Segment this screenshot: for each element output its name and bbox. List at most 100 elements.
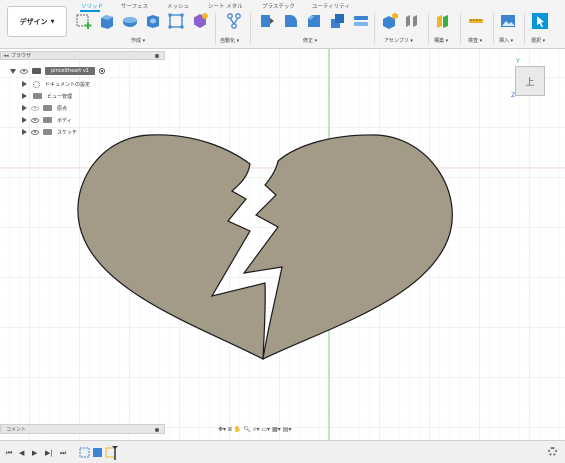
look-at-icon[interactable]: ⧈ <box>228 425 232 434</box>
select-icon[interactable] <box>531 12 549 30</box>
folder-icon <box>43 105 52 111</box>
toolbar-divider <box>374 13 375 44</box>
timeline-play-icon[interactable]: ▶ <box>32 449 37 457</box>
tree-item-label: ボディ <box>57 117 72 124</box>
viewport-canvas[interactable] <box>0 49 565 440</box>
browser-title: ブラウザ <box>11 53 32 59</box>
document-icon <box>32 68 41 74</box>
combine-icon[interactable] <box>352 12 370 30</box>
inspect-group-label[interactable]: 検査 ▾ <box>468 37 482 44</box>
document-name[interactable]: pinceltheart v1 <box>45 67 95 75</box>
tree-item-label: ドキュメントの設定 <box>45 81 91 88</box>
extrude-icon[interactable] <box>98 12 116 30</box>
chamfer-icon[interactable] <box>305 12 323 30</box>
zoom-icon[interactable]: 🔍︎ <box>243 425 251 434</box>
timeline-features[interactable] <box>79 446 121 460</box>
collapse-icon[interactable]: ◂◂ <box>1 53 11 59</box>
create-form-icon[interactable] <box>191 12 209 30</box>
joint-icon[interactable] <box>403 12 421 30</box>
select-group-label[interactable]: 選択 ▾ <box>531 37 545 44</box>
new-component-icon[interactable] <box>381 12 399 30</box>
press-pull-icon[interactable] <box>258 12 276 30</box>
construct-group-label[interactable]: 構築 ▾ <box>434 37 448 44</box>
toolbar-divider <box>524 13 525 44</box>
grid-canvas <box>0 49 565 440</box>
display-icon[interactable]: ▭▾ <box>261 425 270 434</box>
tree-item-view-manager[interactable]: ビュー管理 <box>22 90 72 102</box>
revolve-icon[interactable] <box>121 12 139 30</box>
viewcube-face-label: 上 <box>525 77 535 88</box>
pin-icon[interactable] <box>155 427 159 432</box>
sketch-feature-icon <box>79 447 90 458</box>
fusion-app: デザイン ▼ ソリッド サーフェス メッシュ シート メタル プラスチック ユー… <box>0 0 565 463</box>
timeline-first-icon[interactable]: ⏮ <box>6 449 12 458</box>
comments-panel[interactable]: コメント <box>0 424 165 434</box>
viewport-icon[interactable]: ▤▾ <box>283 425 292 434</box>
expand-icon[interactable] <box>10 68 16 74</box>
tree-item-label: ビュー管理 <box>47 93 73 100</box>
measure-icon[interactable] <box>467 12 485 30</box>
expand-icon[interactable] <box>22 117 27 123</box>
workspace-switcher[interactable]: デザイン ▼ <box>7 6 67 37</box>
create-group-label[interactable]: 作成 ▾ <box>131 37 145 44</box>
grid-icon[interactable]: ▦▾ <box>272 425 281 434</box>
modify-group-label[interactable]: 修正 ▾ <box>303 37 317 44</box>
eye-icon[interactable] <box>31 129 39 135</box>
extrude-feature-icon <box>93 448 102 457</box>
feature-icon <box>105 447 116 458</box>
timeline-last-icon[interactable]: ⏭ <box>60 449 66 458</box>
tab-mesh[interactable]: メッシュ <box>167 2 189 10</box>
tab-sheet-metal[interactable]: シート メタル <box>208 2 243 10</box>
pin-icon[interactable] <box>155 54 159 58</box>
shell-icon[interactable] <box>328 12 346 30</box>
tab-utilities[interactable]: ユーティリティ <box>312 2 350 10</box>
tree-item-label: 原点 <box>57 105 68 112</box>
eye-icon[interactable] <box>31 117 39 123</box>
fillet-icon[interactable] <box>282 12 300 30</box>
expand-icon[interactable] <box>22 93 27 99</box>
hole-icon[interactable] <box>144 12 162 30</box>
folder-icon <box>43 117 52 123</box>
expand-icon[interactable] <box>22 105 27 111</box>
eye-hidden-icon[interactable] <box>31 105 39 111</box>
tree-item-bodies[interactable]: ボディ <box>22 114 72 126</box>
orbit-icon[interactable]: ✥▾ <box>218 425 226 434</box>
settings-icon[interactable] <box>548 447 557 456</box>
tree-root[interactable]: pinceltheart v1 <box>10 65 105 77</box>
toolbar-divider <box>215 13 216 44</box>
folder-icon <box>33 93 42 99</box>
toolbar-divider <box>250 13 251 44</box>
insert-group-label[interactable]: 挿入 ▾ <box>499 37 513 44</box>
pan-icon[interactable]: ✋ <box>234 425 241 434</box>
create-sketch-icon[interactable] <box>75 12 93 30</box>
chevron-down-icon: ▼ <box>50 18 55 25</box>
automate-group-label[interactable]: 自動化 ▾ <box>220 37 239 44</box>
tab-surface[interactable]: サーフェス <box>121 2 148 10</box>
assemble-group-label[interactable]: アセンブリ ▾ <box>384 37 413 44</box>
workspace-label: デザイン <box>19 17 48 26</box>
expand-icon[interactable] <box>22 129 27 135</box>
toolbar-divider <box>493 13 494 44</box>
viewcube[interactable]: 上 <box>515 66 545 96</box>
navigation-bar: ✥▾ ⧈ ✋ 🔍︎ ⌕▾ ▭▾ ▦▾ ▤▾ <box>218 424 346 435</box>
automate-icon[interactable] <box>225 12 243 30</box>
tree-item-origin[interactable]: 原点 <box>22 102 67 114</box>
tab-solid[interactable]: ソリッド <box>81 2 103 10</box>
pattern-icon[interactable] <box>167 12 185 30</box>
tree-item-label: スケッチ <box>57 129 78 136</box>
offset-plane-icon[interactable] <box>434 12 452 30</box>
radio-icon[interactable] <box>98 68 105 74</box>
main-toolbar: デザイン ▼ ソリッド サーフェス メッシュ シート メタル プラスチック ユー… <box>0 0 565 49</box>
timeline-prev-icon[interactable]: ◀ <box>19 449 24 457</box>
viewcube-z-axis: Z <box>511 92 516 99</box>
tree-item-document-settings[interactable]: ドキュメントの設定 <box>22 78 90 90</box>
timeline-next-icon[interactable]: ▶| <box>45 449 53 457</box>
tree-item-sketches[interactable]: スケッチ <box>22 126 77 138</box>
browser-panel-header[interactable]: ◂◂ ブラウザ <box>0 51 165 60</box>
insert-image-icon[interactable] <box>499 12 517 30</box>
expand-icon[interactable] <box>22 81 27 87</box>
fit-icon[interactable]: ⌕▾ <box>253 425 259 434</box>
toolbar-divider <box>460 13 461 44</box>
eye-icon[interactable] <box>20 68 28 74</box>
tab-plastic[interactable]: プラスチック <box>262 2 295 10</box>
